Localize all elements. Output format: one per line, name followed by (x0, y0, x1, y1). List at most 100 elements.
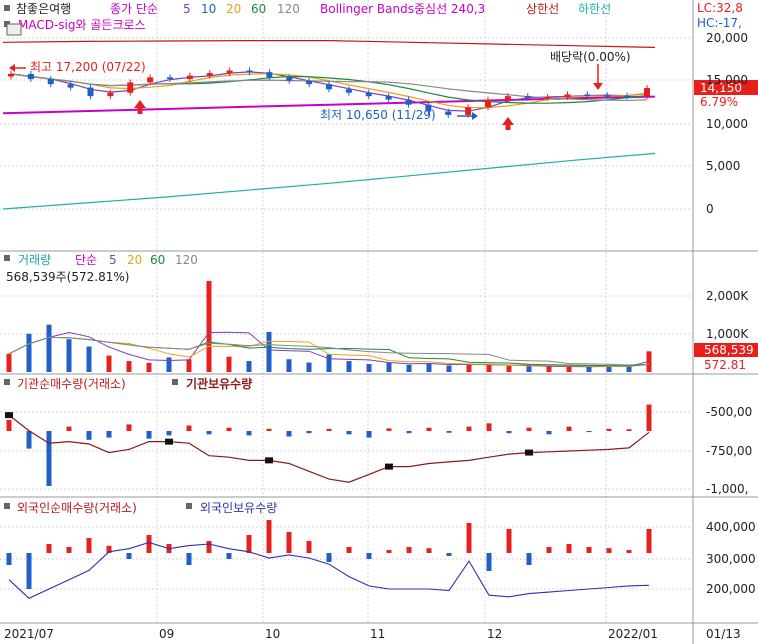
candle-body (306, 80, 313, 85)
volume-bar (366, 363, 372, 372)
inst-net-bar (266, 428, 272, 431)
volume-tick: 2,000K (706, 289, 749, 303)
price-tick: 5,000 (706, 159, 740, 173)
panel-settings-icon[interactable] (6, 23, 22, 36)
volume-bar (486, 364, 492, 372)
volume-bar (546, 366, 552, 372)
candle-body (624, 95, 631, 98)
ma10-label: 10 (201, 2, 216, 16)
foreign-net-bar (546, 547, 552, 553)
upper-band-label: 상한선 (526, 2, 559, 16)
candle-body (266, 72, 273, 78)
foreign-net-bar (126, 553, 132, 559)
foreign-tick: 400,000 (706, 520, 756, 534)
inst-net-bar (286, 431, 292, 437)
macd-label: MACD-sig와 골든크로스 (18, 18, 146, 32)
foreign-net-bar (606, 548, 612, 553)
foreign-net-bar (406, 547, 412, 553)
volume-bar (586, 366, 592, 372)
inst-marker (385, 463, 393, 470)
foreign-net-bar (266, 520, 272, 553)
vol-ma60-label: 60 (150, 253, 165, 267)
foreign-net-bar (586, 547, 592, 553)
ma120-label: 120 (277, 2, 300, 16)
date-label: 11 (370, 627, 385, 641)
candle-body (504, 96, 511, 100)
volume-bar (466, 364, 472, 372)
inst-marker (5, 412, 13, 419)
volume-bar (626, 366, 632, 372)
foreign-net-bar (306, 541, 312, 553)
foreign-net-bar (6, 553, 12, 565)
price-label: 종가 단순 (110, 2, 158, 16)
candle-body (326, 84, 332, 90)
inst-net-bar (206, 431, 212, 435)
inst-net-bar (86, 431, 92, 440)
foreign-net-bar (246, 535, 252, 553)
inst-net-bar (326, 428, 332, 431)
ma20-label: 20 (226, 2, 241, 16)
legend-marker (4, 5, 10, 11)
date-label: 01/13 (706, 627, 741, 641)
foreign-net-bar (26, 553, 32, 589)
candle-body (147, 77, 154, 83)
foreign-net-bar (366, 553, 372, 559)
candle-body (127, 82, 134, 93)
foreign-net-bar (66, 547, 72, 553)
high-text: 최고 17,200 (07/22) (30, 60, 146, 74)
volume-tick: 1,000K (706, 327, 749, 341)
inst-net-bar (526, 427, 532, 431)
volume-bar (306, 362, 312, 372)
candle-body (206, 73, 213, 76)
foreign-tick: 200,000 (706, 582, 756, 596)
volume-bar (106, 355, 112, 372)
inst-net-bar (366, 431, 372, 438)
candle-body (544, 96, 551, 99)
volume-bar (326, 354, 332, 372)
inst-net-bar (306, 431, 312, 434)
volume-bar (386, 362, 392, 372)
bollinger-label: Bollinger Bands중심선 240,3 (320, 2, 485, 16)
candle-body (465, 107, 472, 115)
volume-title: 거래량 (18, 253, 51, 267)
inst-net-bar (66, 426, 72, 431)
inst-net-bar (226, 427, 232, 431)
lc-label: LC:32,8 (697, 1, 743, 15)
foreign-net-bar (226, 553, 232, 559)
date-label: 09 (159, 627, 174, 641)
foreign-net-bar (46, 544, 52, 553)
volume-bar (46, 324, 52, 372)
volume-bar (346, 361, 352, 372)
vol-ma120-label: 120 (175, 253, 198, 267)
foreign-net-bar (386, 550, 392, 553)
inst-net-bar (126, 424, 132, 431)
volume-bar (6, 353, 12, 372)
volume-bar (126, 361, 132, 372)
date-label: 2022/01 (608, 627, 658, 641)
inst-y-axis: -500,00 -750,00 -1,000, (706, 405, 752, 496)
stock-name[interactable]: 참좋은여행 (16, 1, 71, 16)
candle-body (405, 99, 412, 105)
volume-bar (406, 364, 412, 372)
ma5-label: 5 (183, 2, 191, 16)
high-annotation: 최고 17,200 (07/22) (9, 60, 146, 74)
foreign-tick: 300,000 (706, 552, 756, 566)
date-label: 2021/07 (4, 627, 54, 641)
volume-bar (66, 339, 72, 372)
foreign-net-bar (526, 553, 532, 565)
legend-marker (4, 255, 10, 261)
volume-current-pct: 572.81 (704, 358, 746, 372)
volume-bar (166, 357, 172, 372)
inst-net-bar (646, 404, 652, 431)
change-pct: 6.79% (700, 95, 738, 109)
dividend-text: 배당락(0.00%) (550, 50, 631, 64)
inst-tick: -750,00 (706, 444, 752, 458)
inst-net-bar (586, 431, 592, 433)
volume-bar (446, 365, 452, 372)
foreign-net-bar (86, 538, 92, 553)
inst-net-bar (506, 431, 512, 434)
inst-net-bar (426, 427, 432, 431)
candle-body (286, 77, 293, 81)
inst-net-bar (46, 431, 52, 486)
candle-body (345, 89, 352, 93)
